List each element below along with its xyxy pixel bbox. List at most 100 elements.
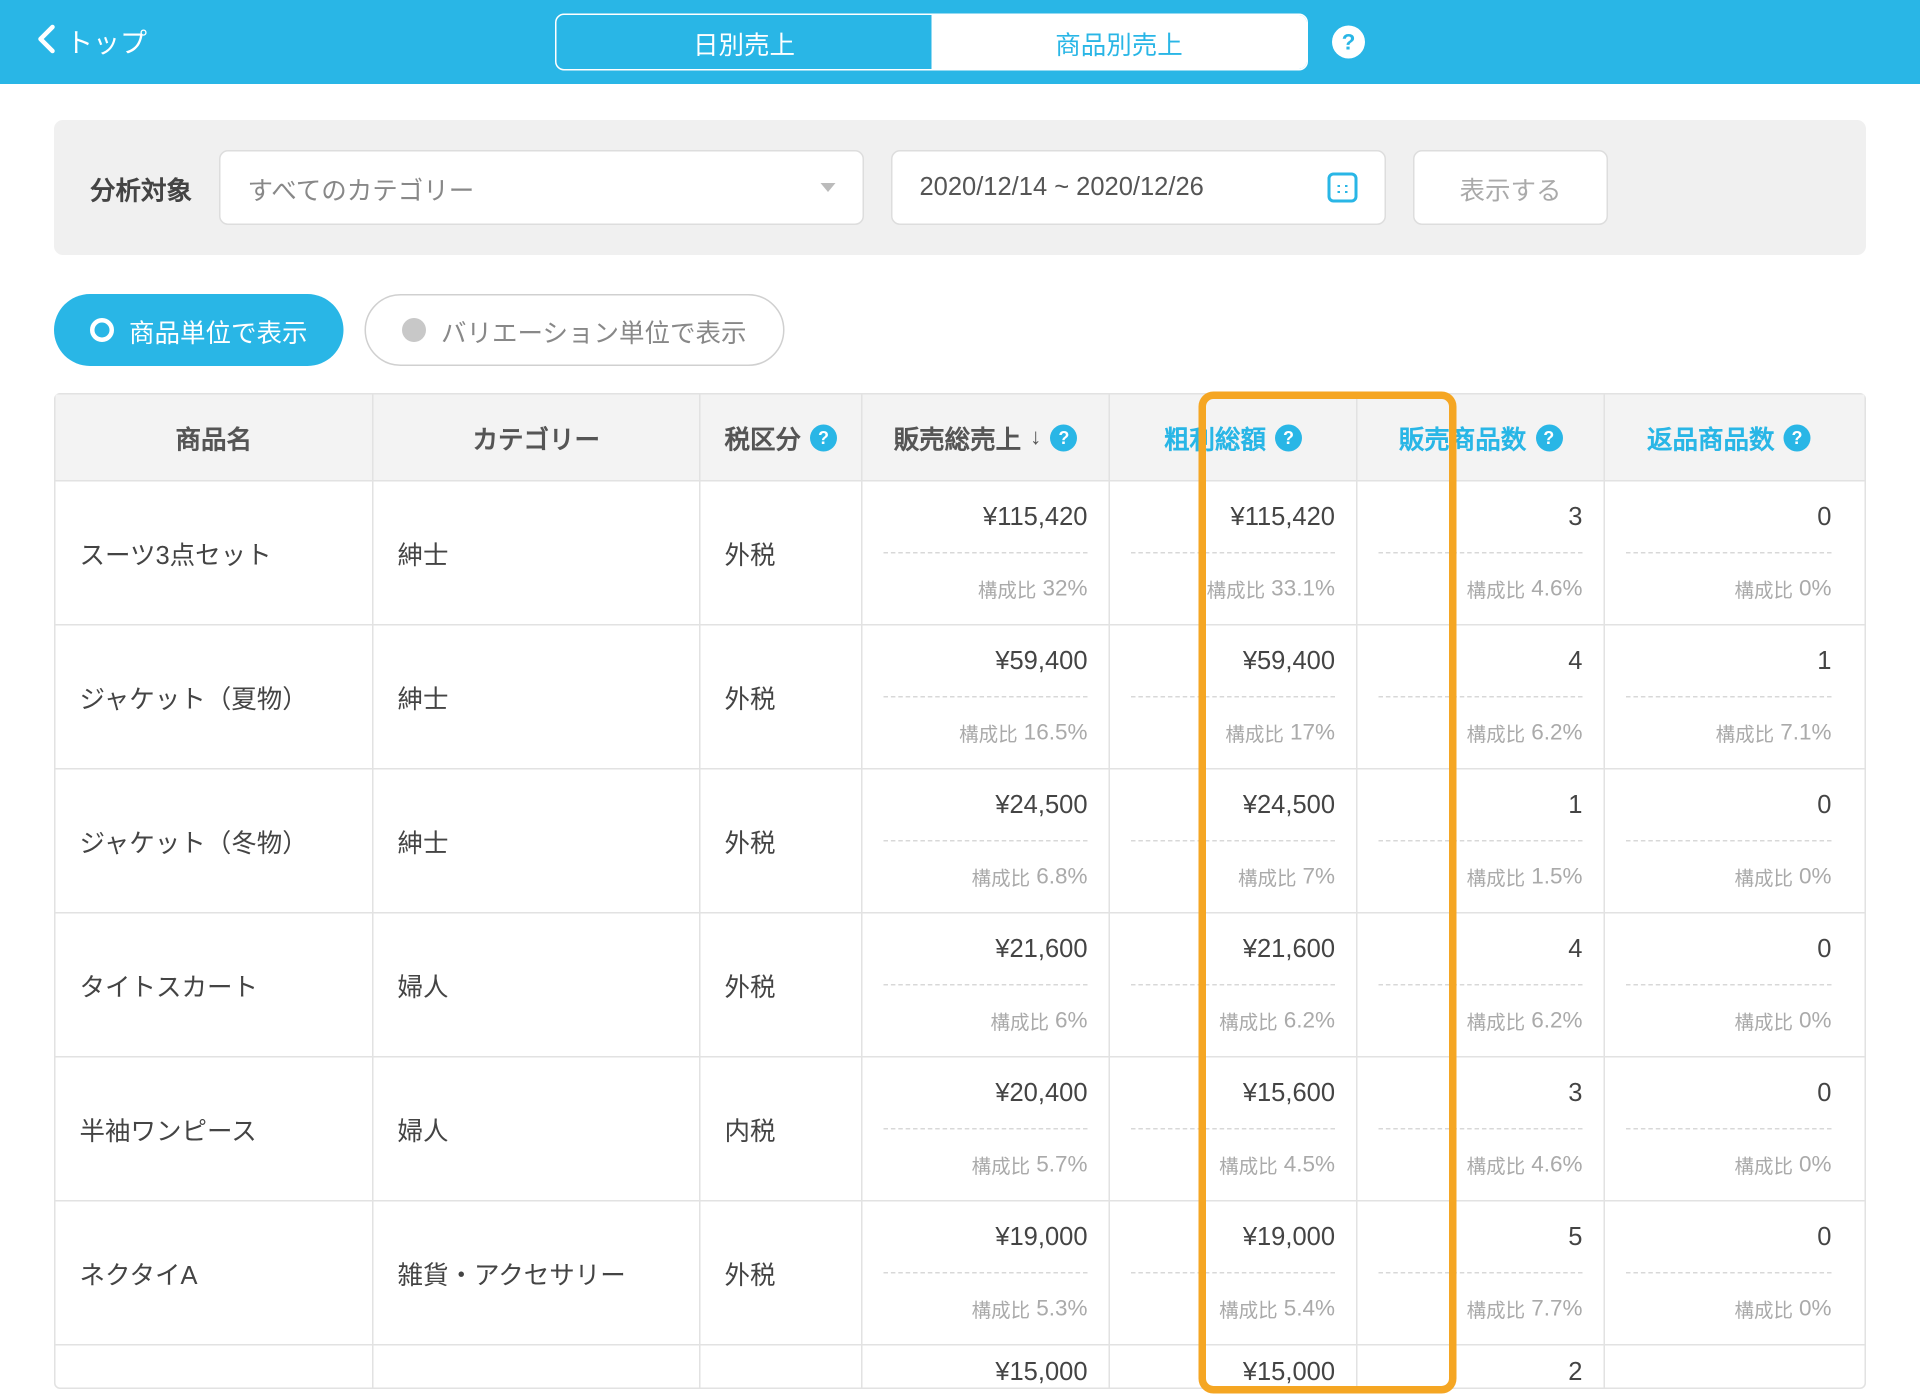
cell-number: 0構成比 0% (1605, 914, 1853, 1057)
sort-desc-icon: ↓ (1030, 425, 1041, 451)
help-icon[interactable]: ? (1050, 424, 1077, 451)
col-sales[interactable]: 販売総売上↓ ? (863, 395, 1111, 481)
cell-ratio: 構成比 6.2% (1379, 984, 1583, 1056)
cell-text: 外税 (701, 626, 863, 769)
cell-number: ¥59,400構成比 17% (1110, 626, 1358, 769)
cell-value: 1 (1626, 626, 1832, 697)
help-icon[interactable]: ? (1332, 26, 1365, 59)
tab-daily-sales[interactable]: 日別売上 (557, 15, 932, 69)
cell-number: ¥15,600構成比 4.5% (1110, 1058, 1358, 1201)
cell-number: 0構成比 0% (1605, 770, 1853, 913)
mode-by-product[interactable]: 商品単位で表示 (54, 294, 344, 366)
cell-ratio: 構成比 5.4% (1131, 1272, 1335, 1344)
cell-ratio: 構成比 6% (884, 984, 1088, 1056)
col-name: 商品名 (56, 395, 374, 481)
cell-value: ¥15,600 (1131, 1058, 1335, 1129)
cell-value: ¥21,600 (1131, 914, 1335, 985)
cell-number: ¥15,000 (1110, 1346, 1358, 1388)
category-select[interactable]: すべてのカテゴリー (219, 150, 864, 225)
table-row: スーツ3点セット紳士外税¥115,420構成比 32%¥115,420構成比 3… (56, 482, 1865, 626)
display-mode-row: 商品単位で表示 バリエーション単位で表示 (54, 294, 1866, 366)
col-returned-label: 返品商品数 (1647, 419, 1775, 457)
cell-ratio: 構成比 5.7% (884, 1128, 1088, 1200)
cell-value: 0 (1626, 482, 1832, 553)
date-range-picker[interactable]: 2020/12/14 ~ 2020/12/26 (891, 150, 1386, 225)
table-row: ジャケット（夏物）紳士外税¥59,400構成比 16.5%¥59,400構成比 … (56, 626, 1865, 770)
cell-text: 婦人 (374, 914, 701, 1057)
cell-ratio: 構成比 7.1% (1626, 696, 1832, 768)
cell-text: ジャケット（冬物） (56, 770, 374, 913)
cell-value: ¥59,400 (884, 626, 1088, 697)
cell-value: 4 (1379, 626, 1583, 697)
col-tax: 税区分 ? (701, 395, 863, 481)
cell-value: ¥115,420 (884, 482, 1088, 553)
col-gross[interactable]: 粗利総額 ? (1110, 395, 1358, 481)
cell-text: 婦人 (374, 1058, 701, 1201)
date-range-value: 2020/12/14 ~ 2020/12/26 (920, 173, 1204, 203)
cell-ratio: 構成比 33.1% (1131, 552, 1335, 624)
cell-value: 0 (1626, 770, 1832, 841)
cell-value: ¥19,000 (1131, 1202, 1335, 1273)
cell-ratio: 構成比 7% (1131, 840, 1335, 912)
help-icon[interactable]: ? (1535, 424, 1562, 451)
table-row: ネクタイA雑貨・アクセサリー外税¥19,000構成比 5.3%¥19,000構成… (56, 1202, 1865, 1346)
filter-label: 分析対象 (90, 169, 192, 207)
table-body: スーツ3点セット紳士外税¥115,420構成比 32%¥115,420構成比 3… (56, 482, 1865, 1388)
cell-value: 0 (1626, 914, 1832, 985)
cell-number: 4構成比 6.2% (1358, 626, 1606, 769)
table-row: ジャケット（冬物）紳士外税¥24,500構成比 6.8%¥24,500構成比 7… (56, 770, 1865, 914)
cell-ratio: 構成比 0% (1626, 840, 1832, 912)
cell-text: タイトスカート (56, 914, 374, 1057)
col-gross-label: 粗利総額 (1164, 419, 1266, 457)
tab-product-sales[interactable]: 商品別売上 (932, 15, 1307, 69)
cell-number: ¥24,500構成比 6.8% (863, 770, 1111, 913)
cell-ratio: 構成比 4.6% (1379, 1128, 1583, 1200)
cell-number: 2 (1358, 1346, 1606, 1388)
cell-text: ネクタイA (56, 1202, 374, 1345)
help-icon[interactable]: ? (1784, 424, 1811, 451)
cell-ratio: 構成比 4.5% (1131, 1128, 1335, 1200)
cell-value: ¥115,420 (1131, 482, 1335, 553)
cell-number: 5構成比 7.7% (1358, 1202, 1606, 1345)
cell-ratio: 構成比 0% (1626, 552, 1832, 624)
apply-button[interactable]: 表示する (1413, 150, 1608, 225)
table-row: ¥15,000¥15,0002 (56, 1346, 1865, 1388)
cell-value: 0 (1626, 1058, 1832, 1129)
help-icon[interactable]: ? (810, 424, 837, 451)
cell-text: ジャケット（夏物） (56, 626, 374, 769)
cell-number: 3構成比 4.6% (1358, 1058, 1606, 1201)
back-button[interactable]: トップ (36, 23, 147, 62)
cell-ratio: 構成比 0% (1626, 984, 1832, 1056)
cell-ratio: 構成比 5.3% (884, 1272, 1088, 1344)
cell-number: ¥15,000 (863, 1346, 1111, 1388)
radio-on-icon (90, 318, 114, 342)
cell-number: 1構成比 1.5% (1358, 770, 1606, 913)
calendar-icon (1328, 173, 1358, 203)
cell-ratio: 構成比 4.6% (1379, 552, 1583, 624)
cell-number: ¥115,420構成比 32% (863, 482, 1111, 625)
cell-number: ¥19,000構成比 5.3% (863, 1202, 1111, 1345)
cell-value: ¥20,400 (884, 1058, 1088, 1129)
help-icon[interactable]: ? (1275, 424, 1302, 451)
cell-value: ¥24,500 (884, 770, 1088, 841)
top-bar: トップ 日別売上 商品別売上 ? (0, 0, 1920, 84)
cell-ratio: 構成比 1.5% (1379, 840, 1583, 912)
cell-ratio: 構成比 0% (1626, 1128, 1832, 1200)
cell-ratio: 構成比 17% (1131, 696, 1335, 768)
cell-number (1605, 1346, 1853, 1388)
col-sold[interactable]: 販売商品数 ? (1358, 395, 1606, 481)
cell-value: 3 (1379, 482, 1583, 553)
tab-segment: 日別売上 商品別売上 (555, 14, 1308, 71)
col-returned[interactable]: 返品商品数 ? (1605, 395, 1853, 481)
col-tax-label: 税区分 (725, 419, 802, 457)
cell-number: ¥21,600構成比 6% (863, 914, 1111, 1057)
cell-text: 外税 (701, 482, 863, 625)
cell-ratio: 構成比 6.2% (1379, 696, 1583, 768)
cell-value: ¥59,400 (1131, 626, 1335, 697)
chevron-down-icon (821, 183, 836, 192)
cell-text: 外税 (701, 770, 863, 913)
cell-number: ¥20,400構成比 5.7% (863, 1058, 1111, 1201)
radio-off-icon (402, 318, 426, 342)
mode-by-variation[interactable]: バリエーション単位で表示 (365, 294, 785, 366)
cell-ratio: 構成比 32% (884, 552, 1088, 624)
